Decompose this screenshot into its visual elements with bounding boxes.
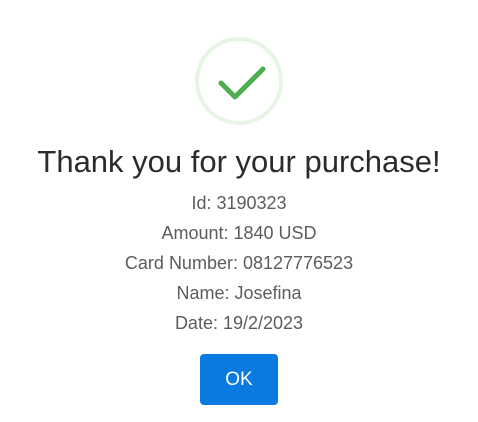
purchase-details: Id: 3190323 Amount: 1840 USD Card Number…	[0, 188, 478, 338]
ok-button[interactable]: OK	[200, 354, 278, 405]
dialog-title: Thank you for your purchase!	[37, 144, 441, 179]
card-number: Card Number: 08127776523	[124, 253, 354, 273]
purchase-id: Id: 3190323	[191, 193, 287, 213]
customer-name: Name: Josefina	[176, 283, 302, 303]
checkmark-icon	[218, 66, 266, 100]
purchase-date: Date: 19/2/2023	[174, 313, 304, 333]
success-indicator	[195, 37, 283, 125]
purchase-confirmation-dialog: Thank you for your purchase! Id: 3190323…	[0, 0, 478, 422]
purchase-amount: Amount: 1840 USD	[161, 223, 317, 243]
